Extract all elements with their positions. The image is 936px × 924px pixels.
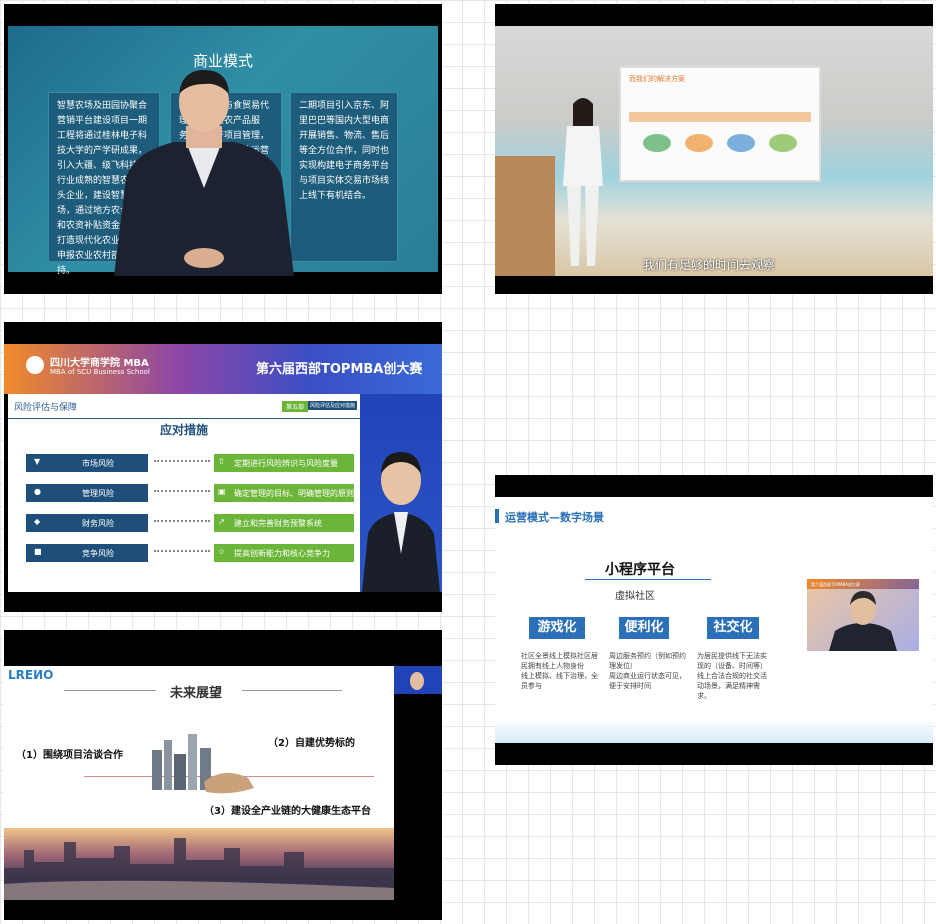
contest-title: 第六届西部TOPMBA创大赛 bbox=[256, 362, 423, 377]
risk-slide: 风险评估与保障 第五部 风险评估及应对措施 应对措施 ▼ 市场风险 ⇧ 定期进行风险… bbox=[8, 394, 360, 592]
video-thumbnail-solution[interactable]: 而我们的解决方案 我们有足够的时间去观察 bbox=[495, 4, 933, 294]
section-tag: 第五部 bbox=[282, 401, 309, 412]
risk-finance: ◆ 财务风险 bbox=[26, 514, 148, 532]
skyline-silhouette bbox=[4, 838, 394, 900]
contest-banner: 四川大学商学院 MBA MBA of SCU Business School 第… bbox=[4, 344, 442, 394]
section-marker bbox=[495, 509, 499, 523]
desc-gamification: 社区全景线上模拟社区居民拥有线上人物身份 线上模拟、线下治理，全员参与 bbox=[521, 652, 598, 690]
speaker-figure bbox=[362, 452, 440, 592]
slide-circle-1 bbox=[643, 134, 671, 152]
desc-convenience: 周边服务预约（例如预约理发位） 周边商业运行状态可见，便于安排时间 bbox=[609, 652, 686, 690]
slide-circle-4 bbox=[769, 134, 797, 152]
risk-market: ▼ 市场风险 bbox=[26, 454, 148, 472]
school-logo-icon bbox=[26, 356, 44, 374]
measure-2: ▣ 确定管理的目标、明确管理的原则 bbox=[214, 484, 354, 502]
community-label: 虚拟社区 bbox=[615, 591, 655, 602]
webcam-feed: 第六届西部TOPMBA创大赛 bbox=[807, 579, 919, 651]
measure-1: ⇧ 定期进行风险辨识与风险度量 bbox=[214, 454, 354, 472]
slide-circle-2 bbox=[685, 134, 713, 152]
risk-competition: ■ 竞争风险 bbox=[26, 544, 148, 562]
operation-slide: 运营模式—数字场景 小程序平台 虚拟社区 游戏化 便利化 社交化 社区全景线上模… bbox=[495, 497, 933, 743]
arrow-3 bbox=[154, 520, 210, 522]
webcam-feed bbox=[360, 394, 442, 592]
cam-header: 第六届西部TOPMBA创大赛 bbox=[811, 582, 860, 587]
room-scene: 而我们的解决方案 我们有足够的时间去观察 bbox=[495, 26, 933, 276]
outlook-point-2: （2）自建优势标的 bbox=[268, 738, 355, 749]
risk-management: ● 管理风险 bbox=[26, 484, 148, 502]
section-title: 风险评估与保障 bbox=[14, 403, 78, 413]
arrow-1 bbox=[154, 460, 210, 462]
brand-logo: LREИO bbox=[8, 668, 54, 682]
tag-social: 社交化 bbox=[707, 617, 759, 639]
arrow-4 bbox=[154, 550, 210, 552]
city-skyline-photo bbox=[4, 828, 394, 900]
section-divider bbox=[8, 418, 360, 419]
projected-slide: 而我们的解决方案 bbox=[619, 66, 821, 182]
presenter-figure bbox=[114, 70, 294, 276]
measure-3: ↗ 建立和完善财务预警系统 bbox=[214, 514, 354, 532]
wave-decoration bbox=[495, 717, 933, 743]
podium bbox=[495, 156, 555, 276]
video-thumbnail-risk[interactable]: 四川大学商学院 MBA MBA of SCU Business School 第… bbox=[4, 322, 442, 612]
video-thumbnail-outlook[interactable]: LREИO 未来展望 （1）围绕项目洽谈合作 （2）自建优势标的 （3）建设全产… bbox=[4, 630, 442, 920]
speaker-figure bbox=[807, 589, 919, 651]
measure-4: ☆ 提高创新能力和核心竞争力 bbox=[214, 544, 354, 562]
school-name: 四川大学商学院 MBA bbox=[50, 358, 149, 369]
speaker-face bbox=[410, 672, 424, 690]
slide-bar bbox=[629, 112, 811, 122]
video-thumbnail-operation[interactable]: 运营模式—数字场景 小程序平台 虚拟社区 游戏化 便利化 社交化 社区全景线上模… bbox=[495, 475, 933, 765]
tag-gamification: 游戏化 bbox=[529, 617, 585, 639]
tag-convenience: 便利化 bbox=[619, 617, 669, 639]
outlook-point-3: （3）建设全产业链的大健康生态平台 bbox=[204, 806, 371, 817]
measures-title: 应对措施 bbox=[159, 423, 208, 437]
desc-social: 为居民提供线下无法实现的（设备、时间等）线上合法合规的社交活动场景，满足精神需求… bbox=[697, 652, 767, 700]
school-name-en: MBA of SCU Business School bbox=[50, 368, 150, 376]
outlook-slide: LREИO 未来展望 （1）围绕项目洽谈合作 （2）自建优势标的 （3）建设全产… bbox=[4, 666, 394, 900]
arrow-2 bbox=[154, 490, 210, 492]
video-thumbnail-business-model[interactable]: 商业模式 智慧农场及田园协聚合营销平台建设项目一期工程将通过桂林电子科技大学的产… bbox=[4, 4, 442, 294]
subtitle-caption: 我们有足够的时间去观察 bbox=[643, 258, 776, 272]
slide-card-3: 二期项目引入京东、阿里巴巴等国内大型电商开展销售、物流、售后等全方位合作，同时也… bbox=[290, 92, 398, 262]
section-tag-desc: 风险评估及应对措施 bbox=[308, 401, 358, 410]
city-handshake-graphic bbox=[152, 734, 254, 794]
outlook-title: 未来展望 bbox=[170, 686, 223, 701]
slide-circle-3 bbox=[727, 134, 755, 152]
speaker-thumbnail bbox=[394, 666, 442, 694]
presenter-figure bbox=[563, 98, 603, 266]
projected-slide-title: 而我们的解决方案 bbox=[629, 75, 685, 83]
platform-title: 小程序平台 bbox=[605, 562, 675, 578]
title-line-right bbox=[242, 690, 342, 691]
outlook-point-1: （1）围绕项目洽谈合作 bbox=[16, 750, 123, 761]
title-line-left bbox=[64, 690, 156, 691]
platform-underline bbox=[585, 579, 711, 580]
section-title: 运营模式—数字场景 bbox=[505, 511, 604, 524]
